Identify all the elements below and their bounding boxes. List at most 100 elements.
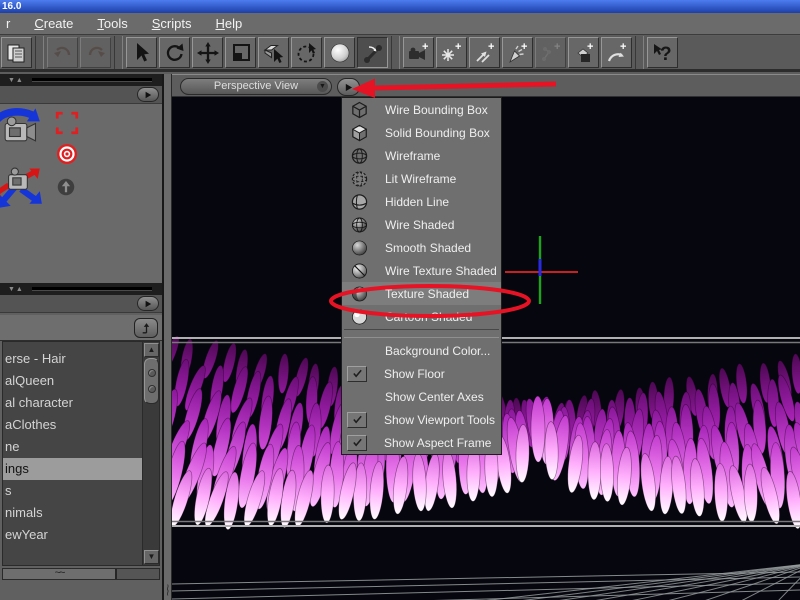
scene-list-item-ne[interactable]: ne: [3, 436, 143, 458]
rotate-icon: [163, 41, 187, 65]
menu-item-hidden-line[interactable]: Hidden Line: [342, 190, 501, 213]
nullplus-icon: [539, 41, 563, 65]
check-icon: [352, 437, 363, 448]
view-tools-panel: [0, 104, 162, 283]
menu-item-texture-shaded[interactable]: Texture Shaded: [342, 282, 501, 305]
cubesolid-icon: [349, 123, 370, 143]
dformplus-icon: [605, 41, 629, 65]
menu-item-show-center-axes[interactable]: Show Center Axes: [342, 385, 501, 408]
new-spotlight-button[interactable]: [502, 37, 533, 68]
menu-item-label: Show Center Axes: [385, 389, 484, 404]
up-level-icon: [140, 322, 153, 335]
pane-header-view-tools[interactable]: ▼▲: [0, 74, 162, 86]
menu-item-show-aspect-frame[interactable]: Show Aspect Frame: [342, 431, 501, 454]
camera-selector[interactable]: Perspective View ▼: [180, 78, 332, 95]
sphsmooth-icon: [349, 238, 370, 258]
menu-item-smooth-shaded[interactable]: Smooth Shaded: [342, 236, 501, 259]
menu-item-lit-wireframe[interactable]: Lit Wireframe: [342, 167, 501, 190]
move-icon: [196, 41, 220, 65]
menu-item-label: Background Color...: [385, 343, 491, 358]
whats-this-help-button[interactable]: [647, 37, 678, 68]
joint-editor-tool-button[interactable]: [357, 37, 388, 68]
menu-item-wire-shaded[interactable]: Wire Shaded: [342, 213, 501, 236]
menubar-item-r[interactable]: r: [6, 16, 10, 31]
menu-item-wireframe[interactable]: Wireframe: [342, 144, 501, 167]
menu-item-solid-bounding-box[interactable]: Solid Bounding Box: [342, 121, 501, 144]
sphere-tool-button[interactable]: [324, 37, 355, 68]
sphcartoon-icon: [349, 307, 370, 327]
orbit-camera-icon[interactable]: [0, 104, 42, 156]
frame-selection-icon[interactable]: [54, 110, 80, 136]
center-axes: [505, 236, 578, 304]
new-distant-light-button[interactable]: [469, 37, 500, 68]
toolbar-separator: [391, 36, 400, 69]
menu-item-cartoon-shaded[interactable]: Cartoon Shaded: [342, 305, 501, 328]
menu-item-show-floor[interactable]: Show Floor: [342, 362, 501, 385]
new-null-button[interactable]: [535, 37, 566, 68]
scene-list-item-al-character[interactable]: al character: [3, 392, 143, 414]
menu-item-wire-texture-shaded[interactable]: Wire Texture Shaded: [342, 259, 501, 282]
bone-icon: [361, 41, 385, 65]
scale-icon: [229, 41, 253, 65]
pane-options-button[interactable]: [137, 87, 159, 102]
menubar-item-help[interactable]: Help: [215, 16, 242, 31]
horizontal-scrollbar[interactable]: ~~: [2, 568, 160, 580]
scene-list-item-aclothes[interactable]: aClothes: [3, 414, 143, 436]
list-toolbar: [0, 315, 162, 341]
vertical-scrollbar[interactable]: ▲ ▼: [142, 342, 159, 565]
node-selection-tool-button[interactable]: [126, 37, 157, 68]
scene-list: erse - Hair alQueen al character aClothes ne…: [2, 341, 160, 566]
scene-list-item-ings[interactable]: ings: [3, 458, 143, 480]
menu-item-background-color[interactable]: Background Color...: [342, 339, 501, 362]
pane-header-scene-list[interactable]: ▼▲: [0, 283, 162, 295]
translate-tool-button[interactable]: [192, 37, 223, 68]
menu-item-wire-bounding-box[interactable]: Wire Bounding Box: [342, 98, 501, 121]
primplus-icon: [572, 41, 596, 65]
surface-selection-tool-button[interactable]: [258, 37, 289, 68]
undo-button[interactable]: [47, 37, 78, 68]
menu-item-label: Lit Wireframe: [385, 171, 457, 186]
menu-item-label: Texture Shaded: [385, 286, 470, 301]
lasso-selection-tool-button[interactable]: [291, 37, 322, 68]
pane-options-button[interactable]: [137, 296, 159, 311]
new-camera-button[interactable]: [403, 37, 434, 68]
checkbox-checked: [347, 434, 367, 451]
move-up-icon[interactable]: [57, 178, 75, 196]
menu-bar: r Create Tools Scripts Help: [0, 13, 800, 35]
rotate-tool-button[interactable]: [159, 37, 190, 68]
scrollbar-thumb[interactable]: [144, 358, 159, 404]
new-point-light-button[interactable]: [436, 37, 467, 68]
scene-list-item-nimals[interactable]: nimals: [3, 502, 143, 524]
menu-item-label: Show Aspect Frame: [384, 435, 492, 450]
scroll-down-button[interactable]: ▼: [144, 550, 159, 564]
scene-list-item-ewyear[interactable]: ewYear: [3, 524, 143, 546]
menubar-item-create[interactable]: Create: [34, 16, 73, 31]
scene-list-item-alqueen[interactable]: alQueen: [3, 370, 143, 392]
scene-list-item-erse-hair[interactable]: erse - Hair: [3, 348, 143, 370]
undo-icon: [51, 41, 75, 65]
toolbar-separator: [35, 36, 44, 69]
menubar-item-scripts[interactable]: Scripts: [152, 16, 192, 31]
scrollbar-thumb[interactable]: ~~: [3, 568, 117, 579]
menu-item-show-viewport-tools[interactable]: Show Viewport Tools: [342, 408, 501, 431]
up-level-button[interactable]: [134, 318, 158, 338]
redo-button[interactable]: [80, 37, 111, 68]
new-primitive-button[interactable]: [568, 37, 599, 68]
new-document-button[interactable]: [1, 37, 32, 68]
menu-item-label: Wire Bounding Box: [385, 102, 488, 117]
scene-list-item-s[interactable]: s: [3, 480, 143, 502]
menubar-item-tools[interactable]: Tools: [97, 16, 127, 31]
pan-camera-icon[interactable]: [0, 156, 46, 210]
chevron-down-icon: ▼: [317, 81, 328, 92]
toolbar: [0, 36, 800, 72]
pane-splitter[interactable]: ~~: [161, 74, 175, 600]
titlebar[interactable]: 16.0: [0, 0, 800, 13]
new-dformer-button[interactable]: [601, 37, 632, 68]
checkbox-checked: [347, 365, 367, 382]
drawstyle-menu: Wire Bounding Box Solid Bounding Box Wiref…: [341, 97, 502, 455]
scroll-up-button[interactable]: ▲: [144, 343, 159, 357]
viewport-options-button[interactable]: [337, 78, 360, 96]
scale-tool-button[interactable]: [225, 37, 256, 68]
checkbox-checked: [347, 411, 367, 428]
aim-target-icon[interactable]: [55, 142, 79, 166]
